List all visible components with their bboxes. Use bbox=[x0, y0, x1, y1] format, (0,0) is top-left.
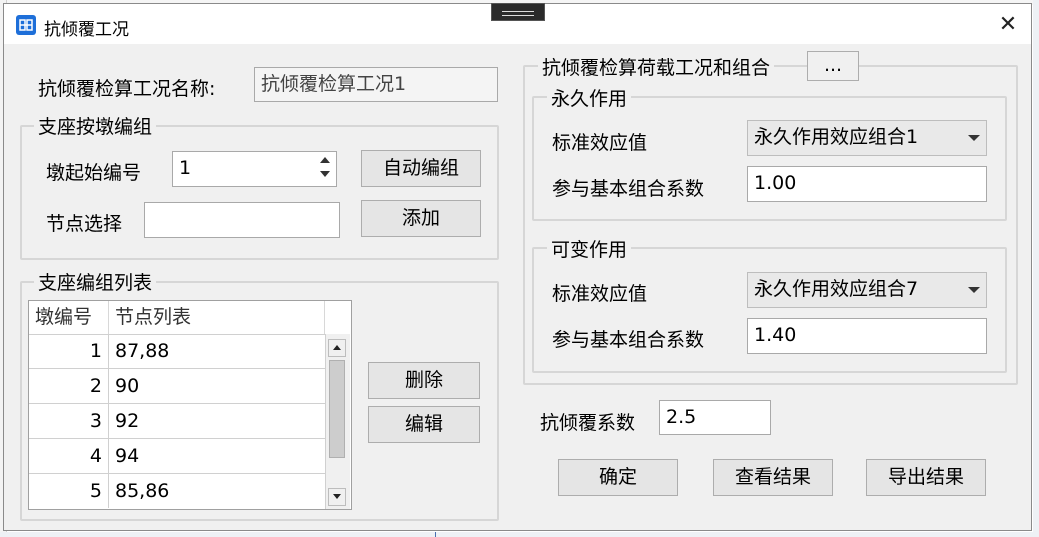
nodes-cell: 87,88 bbox=[115, 340, 170, 362]
add-button[interactable]: 添加 bbox=[361, 200, 481, 237]
bearing-list-title: 支座编组列表 bbox=[34, 268, 157, 295]
edit-button[interactable]: 编辑 bbox=[368, 406, 480, 443]
nodes-cell: 90 bbox=[115, 375, 140, 397]
permanent-coef-input[interactable]: 1.00 bbox=[747, 166, 987, 202]
overturn-coef-input[interactable]: 2.5 bbox=[659, 400, 771, 435]
chevron-down-icon[interactable] bbox=[968, 287, 980, 293]
nodes-cell: 92 bbox=[115, 410, 140, 432]
bearing-group-box bbox=[20, 125, 499, 260]
case-name-label: 抗倾覆检算工况名称: bbox=[38, 78, 216, 100]
bearing-group-title: 支座按墩编组 bbox=[34, 112, 157, 139]
variable-coef-label: 参与基本组合系数 bbox=[552, 329, 705, 351]
permanent-std-label: 标准效应值 bbox=[552, 132, 648, 154]
table-row[interactable]: 2 90 bbox=[29, 369, 325, 404]
background-app-right bbox=[1033, 0, 1039, 537]
permanent-title: 永久作用 bbox=[547, 84, 632, 111]
table-row[interactable]: 4 94 bbox=[29, 439, 325, 474]
permanent-box bbox=[532, 96, 1007, 221]
table-row[interactable]: 5 85,86 bbox=[29, 474, 325, 509]
header-filler bbox=[325, 301, 351, 334]
app-icon bbox=[16, 15, 36, 35]
variable-std-select[interactable]: 永久作用效应组合7 bbox=[747, 272, 987, 308]
bearing-list-table[interactable]: 墩编号 节点列表 1 87,88 2 90 3 92 4 94 5 85,86 bbox=[28, 300, 352, 510]
scroll-up-icon[interactable] bbox=[328, 339, 346, 357]
pier-start-value: 1 bbox=[179, 157, 192, 179]
drag-handle[interactable] bbox=[491, 3, 545, 21]
overturn-coef-label: 抗倾覆系数 bbox=[540, 412, 636, 434]
load-combo-title: 抗倾覆检算荷载工况和组合 bbox=[538, 53, 775, 80]
pier-cell: 5 bbox=[29, 474, 109, 508]
anti-overturning-dialog: 抗倾覆工况 ✕ 抗倾覆检算工况名称: 抗倾覆检算工况1 支座按墩编组 墩起始编号… bbox=[3, 3, 1032, 531]
table-row[interactable]: 1 87,88 bbox=[29, 334, 325, 369]
vertical-scrollbar[interactable] bbox=[325, 334, 350, 509]
node-select-input[interactable] bbox=[144, 202, 340, 238]
permanent-coef-label: 参与基本组合系数 bbox=[552, 178, 705, 200]
background-app-bottom bbox=[0, 532, 1039, 537]
permanent-std-value: 永久作用效应组合1 bbox=[754, 126, 919, 148]
close-icon[interactable]: ✕ bbox=[995, 12, 1021, 38]
pier-start-label: 墩起始编号 bbox=[46, 162, 142, 184]
spin-buttons[interactable] bbox=[318, 154, 332, 184]
chevron-down-icon[interactable] bbox=[968, 135, 980, 141]
ok-button[interactable]: 确定 bbox=[558, 459, 678, 496]
spin-down-icon[interactable] bbox=[320, 171, 330, 177]
pier-cell: 2 bbox=[29, 369, 109, 403]
nodes-cell: 94 bbox=[115, 445, 140, 467]
permanent-std-select[interactable]: 永久作用效应组合1 bbox=[747, 120, 987, 156]
case-name-input[interactable]: 抗倾覆检算工况1 bbox=[254, 67, 498, 102]
table-row[interactable]: 3 92 bbox=[29, 404, 325, 439]
scroll-thumb[interactable] bbox=[329, 360, 345, 458]
export-results-button[interactable]: 导出结果 bbox=[866, 459, 986, 496]
node-select-label: 节点选择 bbox=[46, 213, 123, 235]
delete-button[interactable]: 删除 bbox=[368, 362, 480, 399]
pier-cell: 4 bbox=[29, 439, 109, 473]
variable-box bbox=[532, 247, 1007, 373]
scroll-down-icon[interactable] bbox=[328, 488, 346, 506]
variable-title: 可变作用 bbox=[547, 235, 632, 262]
variable-std-label: 标准效应值 bbox=[552, 283, 648, 305]
nodes-cell: 85,86 bbox=[115, 480, 170, 502]
column-header-pier[interactable]: 墩编号 bbox=[29, 301, 109, 334]
background-divider bbox=[435, 532, 436, 537]
spin-up-icon[interactable] bbox=[320, 157, 330, 163]
view-results-button[interactable]: 查看结果 bbox=[713, 459, 833, 496]
window-title: 抗倾覆工况 bbox=[44, 20, 129, 40]
pier-start-stepper[interactable]: 1 bbox=[172, 151, 337, 187]
more-button[interactable]: ... bbox=[807, 51, 859, 81]
pier-cell: 3 bbox=[29, 404, 109, 438]
table-header: 墩编号 节点列表 bbox=[29, 301, 325, 335]
pier-cell: 1 bbox=[29, 334, 109, 368]
variable-coef-input[interactable]: 1.40 bbox=[747, 318, 987, 354]
column-header-nodes[interactable]: 节点列表 bbox=[109, 301, 325, 334]
auto-group-button[interactable]: 自动编组 bbox=[361, 150, 481, 187]
variable-std-value: 永久作用效应组合7 bbox=[754, 278, 919, 300]
